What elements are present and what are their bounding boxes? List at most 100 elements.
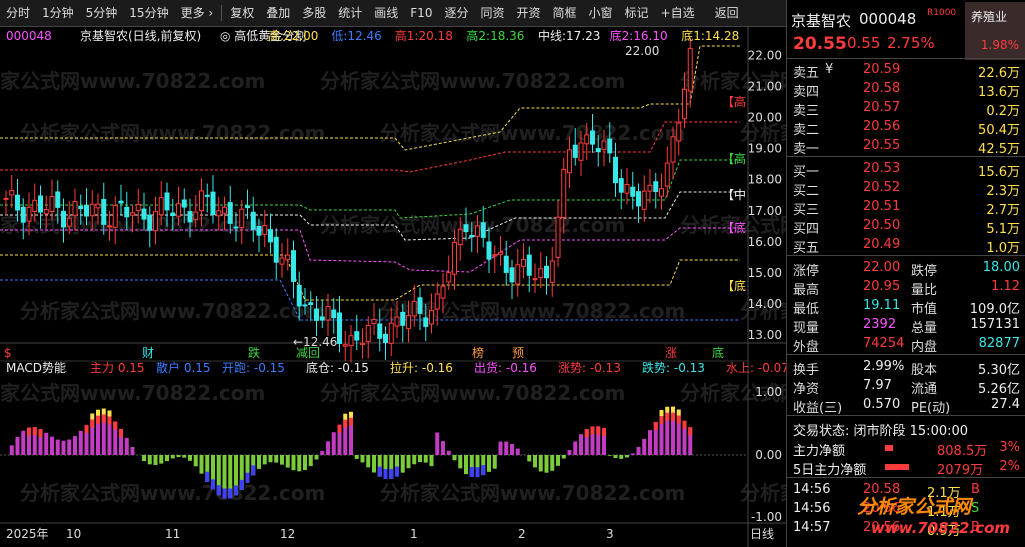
ask-row[interactable]: 卖三 20.57 0.2万 bbox=[787, 98, 1025, 119]
candle-body bbox=[624, 183, 630, 194]
bid-row[interactable]: 买二 20.52 2.3万 bbox=[787, 178, 1025, 199]
candle-body bbox=[653, 181, 659, 192]
macd-bar-down bbox=[544, 455, 549, 473]
date-axis-label: 10 bbox=[66, 527, 81, 541]
btn-multistock[interactable]: 多股 bbox=[296, 0, 332, 26]
bid-volume: 1.0万 bbox=[986, 241, 1020, 256]
candle-body bbox=[118, 200, 124, 204]
change-pct: 2.75% bbox=[887, 34, 935, 52]
btn-back[interactable]: 返回 bbox=[709, 0, 745, 26]
btn-small-window[interactable]: 小窗 bbox=[583, 0, 619, 26]
separator bbox=[787, 255, 1025, 256]
btn-jiankuang[interactable]: 简框 bbox=[547, 0, 583, 26]
stat-label: 外盘 bbox=[793, 340, 820, 355]
bid-row[interactable]: 买三 20.51 2.7万 bbox=[787, 197, 1025, 218]
macd-bar-down bbox=[607, 455, 612, 456]
candle-body bbox=[308, 302, 314, 306]
candle-body bbox=[89, 203, 95, 217]
macd-bar-top bbox=[682, 420, 687, 429]
separator bbox=[787, 156, 1025, 157]
stat-value: 1.12 bbox=[991, 279, 1020, 294]
candle-body bbox=[521, 258, 526, 267]
bid-price: 20.53 bbox=[863, 161, 901, 176]
price-axis-label: 13.00 bbox=[748, 328, 782, 342]
candle-body bbox=[181, 199, 187, 208]
macd-bar-peak bbox=[107, 410, 112, 417]
candle-body bbox=[544, 265, 549, 279]
ask-price: 20.58 bbox=[863, 81, 901, 96]
btn-tongzi[interactable]: 同资 bbox=[474, 0, 510, 26]
macd-bar-down bbox=[458, 455, 463, 469]
btn-fuquan[interactable]: 复权 bbox=[224, 0, 260, 26]
candle-body bbox=[3, 197, 9, 200]
candle-body bbox=[613, 156, 618, 184]
macd-bar-deep bbox=[377, 466, 382, 477]
macd-bar-top bbox=[688, 427, 693, 436]
fib-value-label: 底1:14.28 bbox=[681, 28, 739, 43]
kline-chart[interactable]: 分析家公式网www.70822.com 分析家公式网www.70822.com 分析… bbox=[0, 27, 786, 547]
ask-row[interactable]: 卖一 20.55 42.5万 bbox=[787, 136, 1025, 157]
ask-row[interactable]: 卖二 20.56 50.4万 bbox=[787, 117, 1025, 138]
watermark-text: 分析家公式网www.70822.com bbox=[320, 69, 625, 93]
flow-row: 主力净额 808.5万 3% bbox=[787, 438, 1025, 459]
tab-fenshi[interactable]: 分时 bbox=[0, 0, 36, 26]
flow-row: 5日主力净额 2079万 2% bbox=[787, 457, 1025, 478]
level-side-label: 【底 bbox=[722, 278, 746, 293]
tab-15min[interactable]: 15分钟 bbox=[123, 0, 174, 26]
macd-bar-down bbox=[423, 455, 428, 463]
stat-value: 19.11 bbox=[863, 298, 901, 313]
candle-body bbox=[383, 333, 388, 344]
macd-bar-down bbox=[188, 455, 192, 461]
macd-bar-down bbox=[533, 455, 537, 468]
tab-more[interactable]: 更多 › bbox=[175, 0, 220, 26]
fin-value: 0.570 bbox=[863, 397, 901, 412]
ask-row[interactable]: 卖五 ¥ 20.59 22.6万 bbox=[787, 60, 1025, 81]
logo-url: www.70822.com bbox=[871, 519, 1011, 537]
macd-value-label: 出货: -0.16 bbox=[474, 360, 537, 375]
macd-axis-label: 1.00 bbox=[755, 385, 782, 399]
tab-1min[interactable]: 1分钟 bbox=[36, 0, 80, 26]
candle-body bbox=[394, 316, 400, 327]
btn-f10[interactable]: F10 bbox=[404, 0, 438, 26]
fin-value: 2.99% bbox=[863, 359, 905, 374]
bid-row[interactable]: 买一 20.53 15.6万 bbox=[787, 159, 1025, 180]
bid-row[interactable]: 买五 20.49 1.0万 bbox=[787, 235, 1025, 256]
macd-bar-down bbox=[487, 455, 491, 472]
candle-body bbox=[578, 142, 584, 161]
candle-body bbox=[434, 293, 440, 310]
macd-bar-deep bbox=[251, 465, 256, 476]
candle-body bbox=[687, 47, 693, 92]
btn-zhufen[interactable]: 逐分 bbox=[438, 0, 474, 26]
bid-row[interactable]: 买四 20.50 5.1万 bbox=[787, 216, 1025, 237]
btn-mark[interactable]: 标记 bbox=[619, 0, 655, 26]
macd-bar-deep bbox=[245, 472, 250, 483]
watermark-text: 分析家公式网www.70822.com bbox=[20, 481, 325, 505]
btn-overlay[interactable]: 叠加 bbox=[260, 0, 296, 26]
macd-bar-deep bbox=[216, 485, 221, 496]
macd-bar-down bbox=[561, 455, 566, 459]
macd-bar-down bbox=[199, 455, 204, 474]
btn-stats[interactable]: 统计 bbox=[332, 0, 368, 26]
ask-row[interactable]: 卖四 20.58 13.6万 bbox=[787, 79, 1025, 100]
candle-body bbox=[549, 260, 555, 283]
macd-bar-up bbox=[130, 446, 135, 455]
macd-bar-down bbox=[193, 455, 198, 467]
macd-bar-up bbox=[61, 440, 66, 455]
macd-bar-up bbox=[78, 430, 83, 455]
btn-kaizi[interactable]: 开资 bbox=[510, 0, 546, 26]
candle-body bbox=[354, 331, 360, 341]
tab-5min[interactable]: 5分钟 bbox=[80, 0, 124, 26]
macd-bar-down bbox=[400, 455, 405, 473]
candle-body bbox=[388, 322, 394, 344]
btn-draw[interactable]: 画线 bbox=[368, 0, 404, 26]
btn-add-watchlist[interactable]: +自选 bbox=[655, 0, 701, 26]
candle-body bbox=[457, 228, 463, 246]
macd-bar-top bbox=[653, 422, 658, 431]
candle-body bbox=[262, 225, 268, 235]
stat-value: 20.95 bbox=[863, 279, 901, 294]
candle-body bbox=[9, 190, 15, 196]
event-marker: 底 bbox=[712, 345, 724, 360]
candle-body bbox=[245, 205, 250, 209]
stat-row: 涨停 22.00 跌停 18.00 bbox=[787, 258, 1025, 279]
candle-body bbox=[371, 319, 377, 325]
